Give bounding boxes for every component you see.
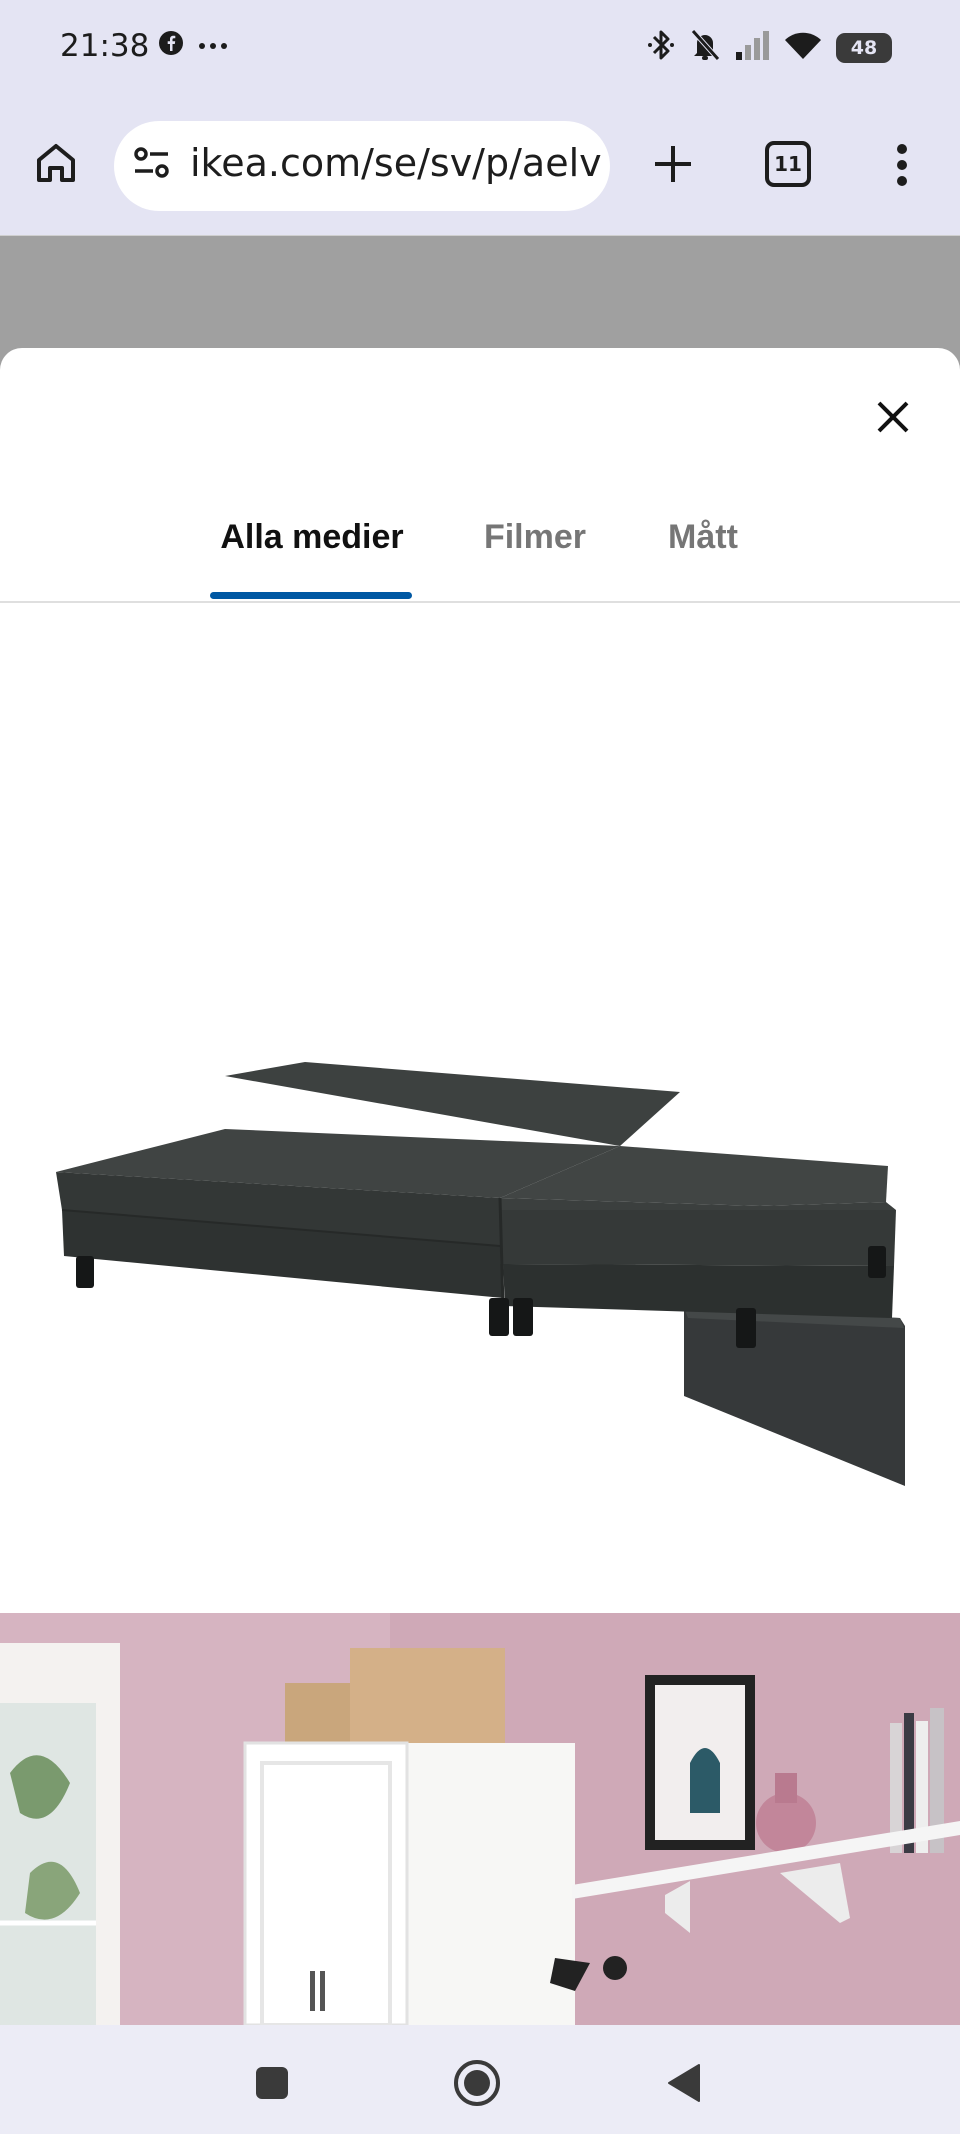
battery-level: 48 — [850, 36, 878, 59]
back-button[interactable] — [656, 2055, 712, 2111]
room-photo[interactable] — [0, 1613, 960, 2025]
browser-toolbar: ikea.com/se/sv/p/aelv 11 — [0, 95, 960, 235]
battery-icon: 48 — [836, 32, 892, 63]
home-button[interactable] — [30, 137, 82, 189]
bell-off-icon — [690, 28, 720, 67]
system-nav-bar — [0, 2025, 960, 2134]
tab-matt[interactable]: Mått — [650, 498, 756, 603]
tab-count: 11 — [774, 152, 802, 176]
sofa-bed-illustration — [56, 1062, 905, 1486]
url-text: ikea.com/se/sv/p/aelv — [190, 141, 602, 185]
status-right-icons: 48 — [646, 28, 892, 67]
media-modal: Alla medier Filmer Mått — [0, 348, 960, 2025]
status-bar: 21:38 48 — [0, 0, 960, 95]
home-nav-button[interactable] — [449, 2055, 505, 2111]
tab-alla-medier[interactable]: Alla medier — [210, 498, 414, 603]
circle-icon — [454, 2060, 500, 2106]
tab-filmer[interactable]: Filmer — [470, 498, 600, 603]
product-image[interactable] — [0, 606, 960, 1611]
room-illustration — [0, 1613, 960, 2025]
status-left-icons — [158, 30, 228, 61]
facebook-icon — [158, 30, 184, 61]
tab-switcher-button[interactable]: 11 — [765, 141, 811, 187]
wifi-icon — [784, 30, 822, 65]
browser-menu-button[interactable] — [880, 137, 924, 193]
media-tabs: Alla medier Filmer Mått — [0, 498, 960, 603]
back-triangle-icon — [668, 2064, 700, 2102]
close-icon — [877, 401, 909, 433]
more-dots-icon — [198, 37, 228, 55]
active-tab-indicator — [210, 592, 412, 599]
home-icon — [37, 144, 75, 182]
more-vert-icon — [897, 144, 907, 186]
bluetooth-icon — [646, 28, 676, 67]
plus-icon — [655, 146, 691, 182]
new-tab-button[interactable] — [646, 137, 700, 191]
square-icon — [256, 2067, 288, 2099]
close-button[interactable] — [868, 392, 918, 442]
status-time: 21:38 — [60, 28, 150, 64]
address-bar[interactable]: ikea.com/se/sv/p/aelv — [114, 121, 610, 211]
site-settings-icon[interactable] — [132, 143, 172, 188]
signal-icon — [734, 30, 770, 65]
recents-button[interactable] — [244, 2055, 300, 2111]
